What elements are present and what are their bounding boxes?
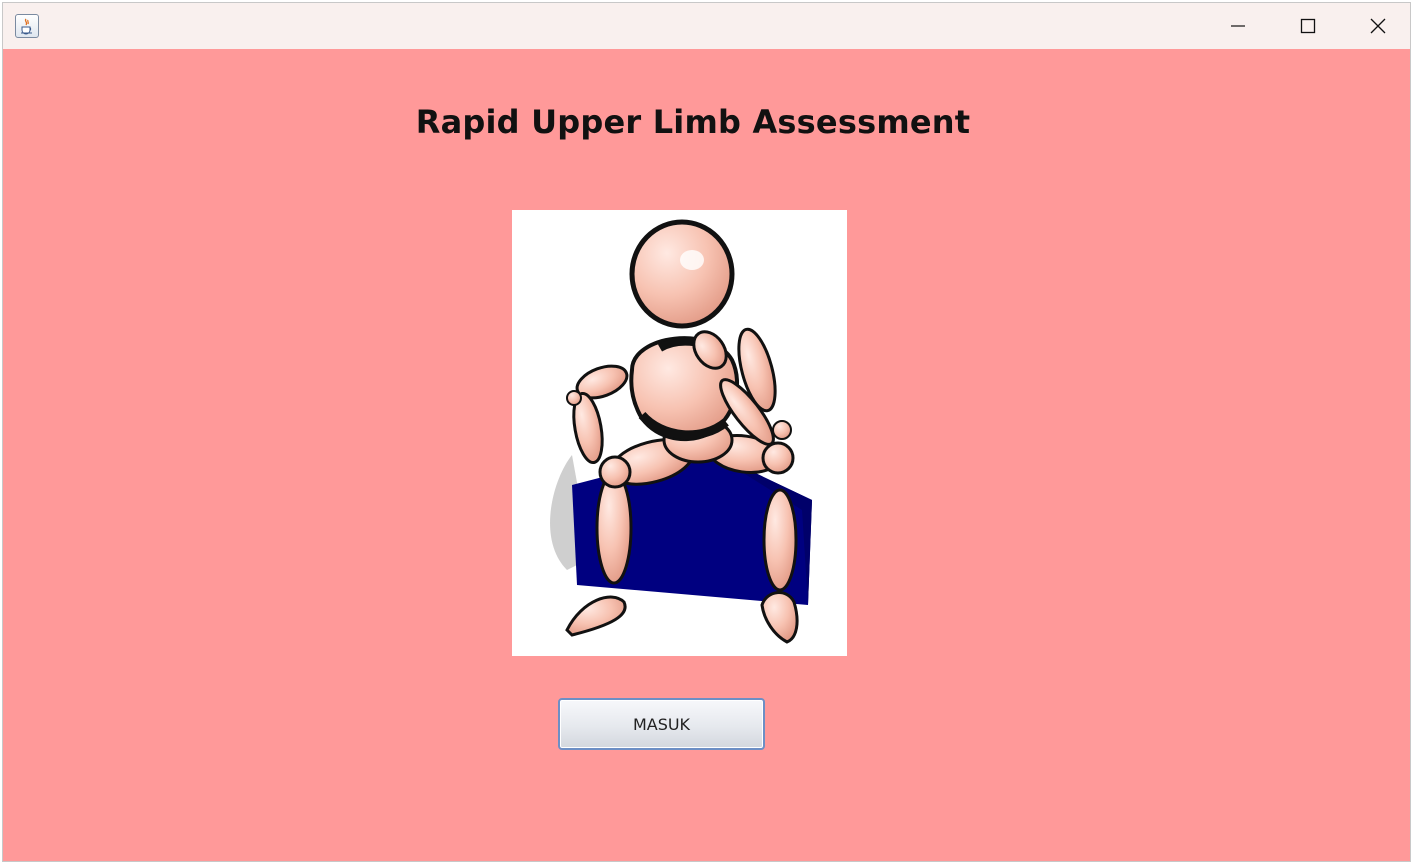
masuk-button[interactable]: MASUK [558, 698, 765, 750]
java-cup-icon[interactable] [15, 14, 39, 38]
maximize-icon [1300, 18, 1316, 34]
close-button[interactable] [1343, 3, 1410, 49]
close-icon [1370, 18, 1386, 34]
app-window: Rapid Upper Limb Assessment MASUK [2, 2, 1411, 862]
minimize-icon [1231, 25, 1245, 27]
seated-mannequin-illustration [512, 210, 847, 656]
minimize-button[interactable] [1203, 3, 1273, 49]
page-title: Rapid Upper Limb Assessment [415, 103, 971, 141]
title-bar[interactable] [3, 3, 1410, 49]
main-panel: Rapid Upper Limb Assessment MASUK [3, 49, 1410, 861]
maximize-button[interactable] [1273, 3, 1343, 49]
